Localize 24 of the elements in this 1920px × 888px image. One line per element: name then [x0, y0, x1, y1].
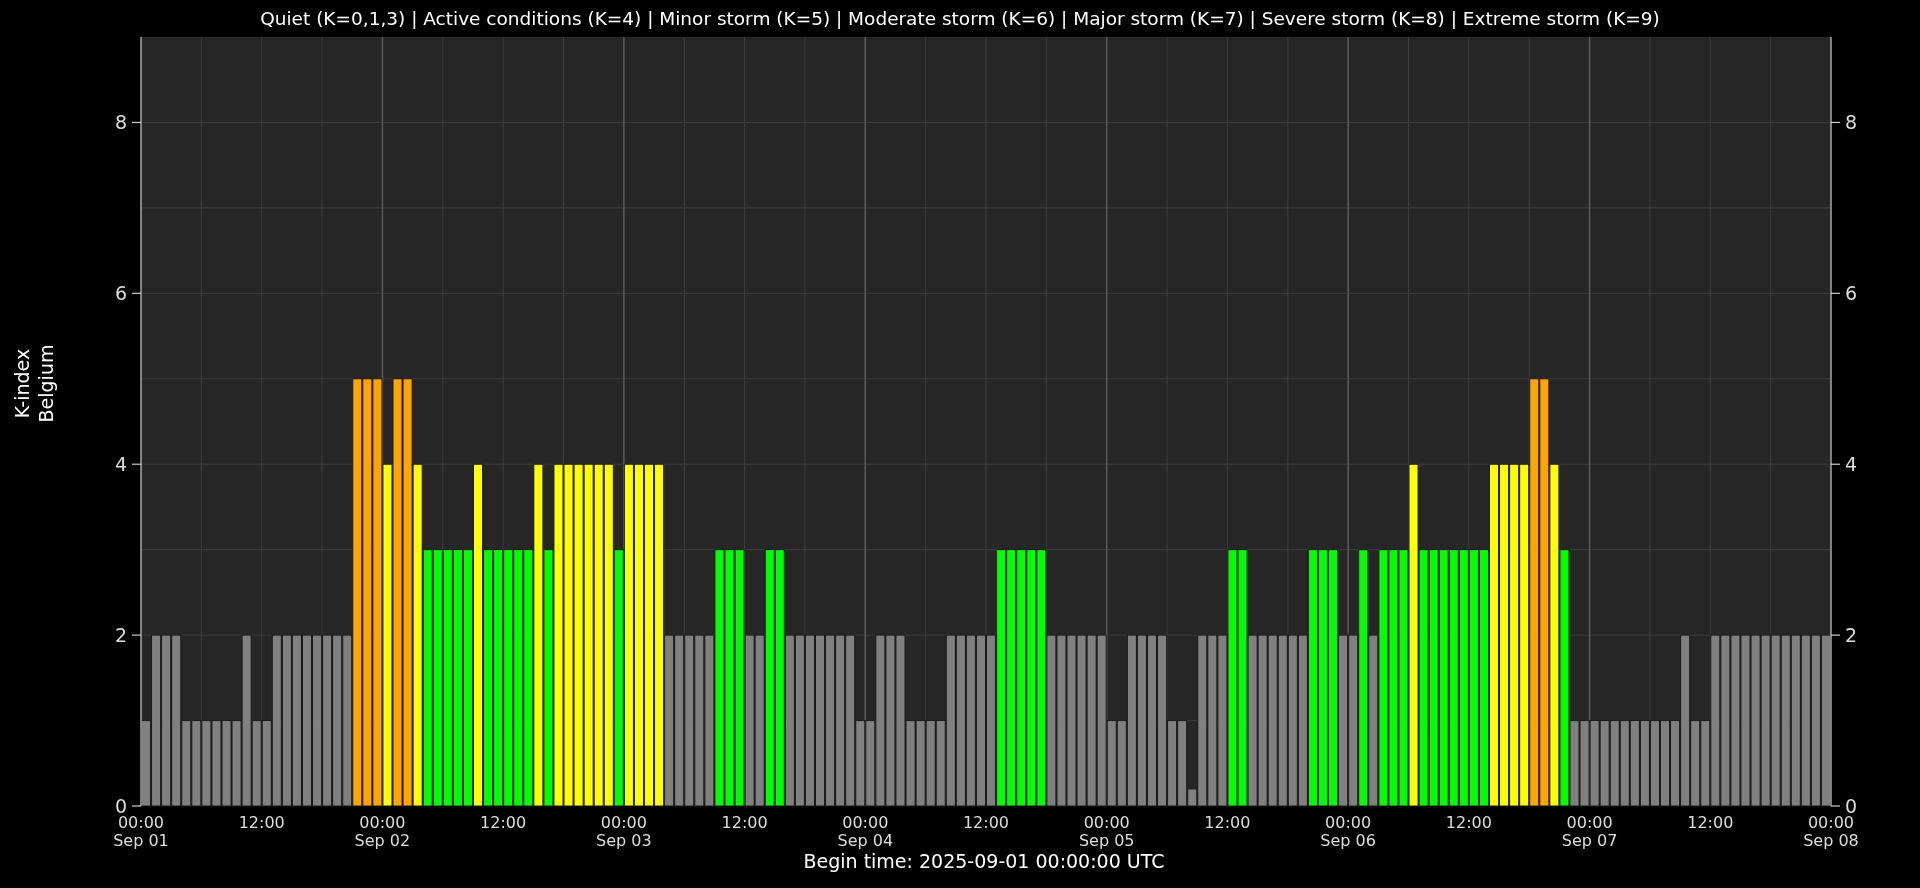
y-tick-label: 2 [1845, 624, 1858, 647]
y-tick-label: 8 [1845, 111, 1858, 134]
x-tick-label: 00:00 Sep 06 [1320, 813, 1376, 850]
y-axis-label: K-index Belgium [11, 344, 57, 423]
x-tick-label: 00:00 Sep 05 [1078, 813, 1135, 850]
x-axis-label: Begin time: 2025-09-01 00:00:00 UTC [803, 850, 1165, 872]
y-tick-label: 8 [114, 111, 127, 134]
x-tick-label: 00:00 Sep 07 [1561, 813, 1618, 850]
x-tick-label: 00:00 Sep 02 [354, 813, 411, 850]
x-tick-label: 12:00 [238, 813, 285, 832]
x-tick-label: 12:00 [721, 813, 768, 832]
y-tick-label: 6 [114, 282, 127, 305]
x-tick-label: 12:00 [1687, 813, 1734, 832]
x-tick-label: 12:00 [480, 813, 527, 832]
x-tick-label: 12:00 [962, 813, 1010, 832]
y-tick-label: 6 [1845, 282, 1858, 305]
x-tick-label: 12:00 [1445, 813, 1492, 832]
y-tick-label: 4 [114, 453, 127, 476]
y-tick-label: 4 [1845, 453, 1858, 476]
x-tick-label: 00:00 Sep 03 [596, 813, 652, 850]
x-tick-label: 12:00 [1204, 813, 1251, 832]
x-tick-label: 00:00 Sep 04 [837, 813, 894, 850]
chart-title: Quiet (K=0,1,3) | Active conditions (K=4) | Minor storm (K=5) | Moderate storm (K=6) | Major storm (K=7) | Severe storm (K=8) | Extreme storm (K=9) [260, 7, 1660, 31]
y-tick-label: 2 [114, 624, 127, 647]
